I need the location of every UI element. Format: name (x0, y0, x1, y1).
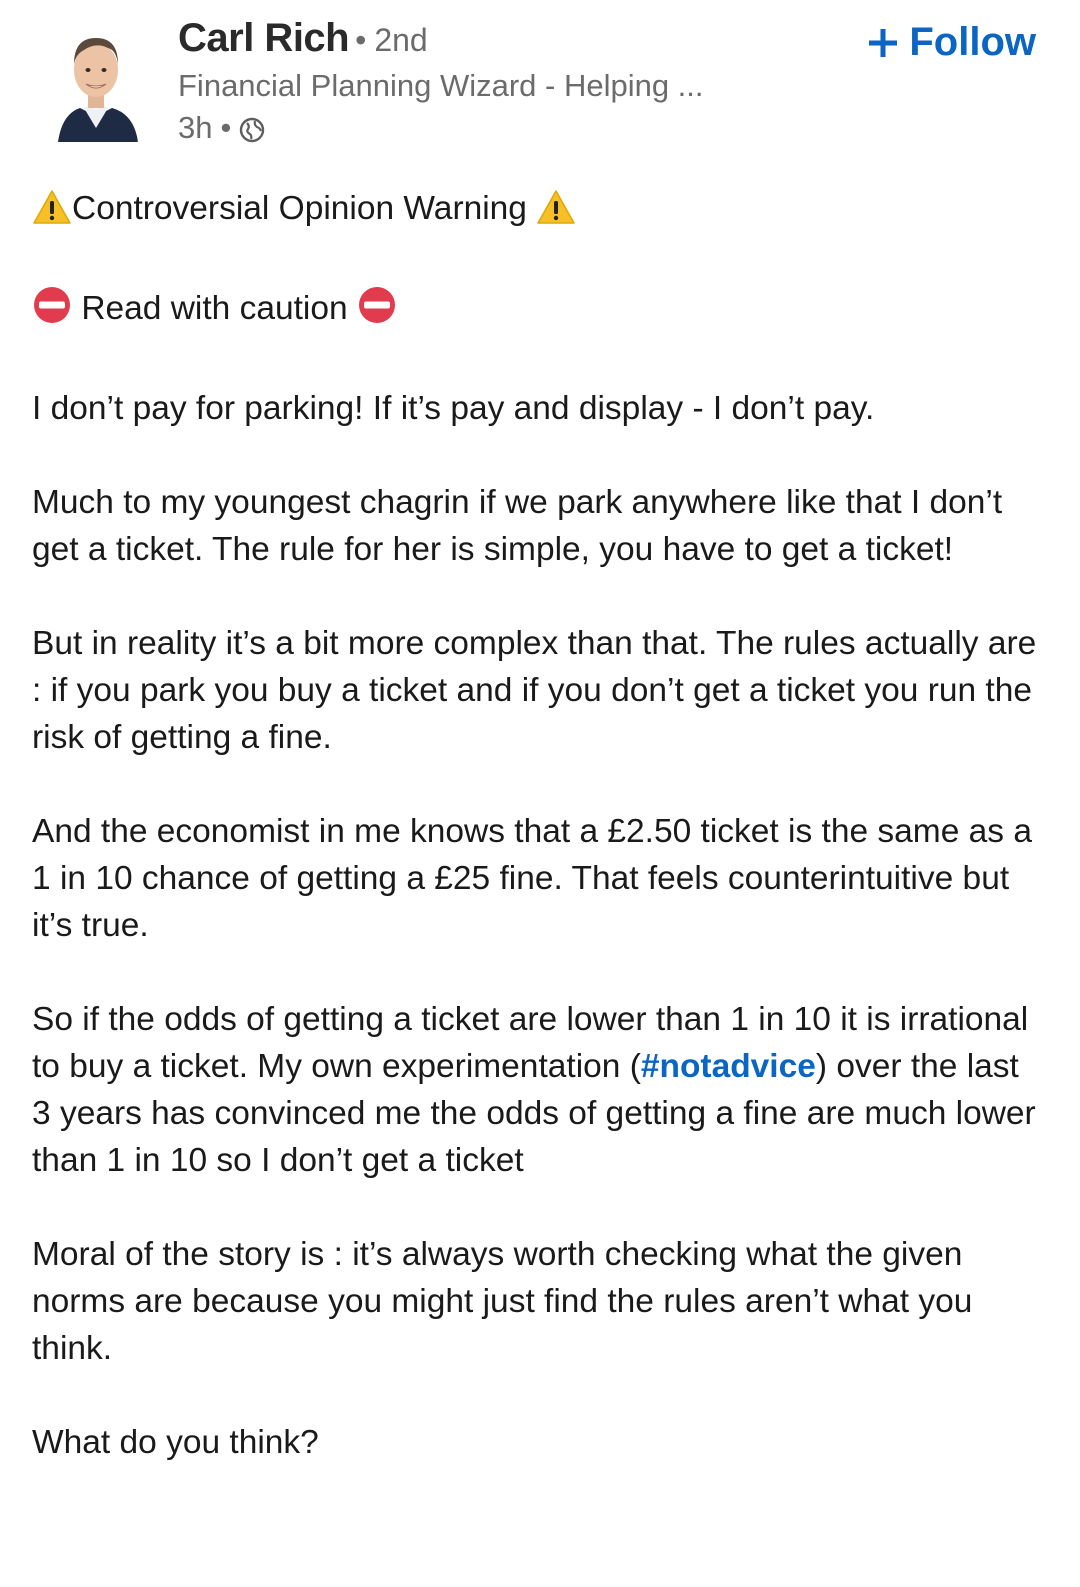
connection-separator: • (355, 22, 367, 58)
follow-label: Follow (909, 20, 1036, 64)
paragraph-7: What do you think? (32, 1424, 319, 1461)
paragraph-4: And the economist in me knows that a £2.… (32, 813, 1032, 944)
post-meta: 3h • (178, 110, 265, 146)
author-avatar-image (58, 38, 138, 142)
paragraph-5: So if the odds of getting a ticket are l… (32, 996, 1042, 1184)
warning-icon (536, 189, 576, 238)
paragraph-3: But in reality it’s a bit more complex t… (32, 625, 1037, 756)
no-entry-icon (357, 285, 397, 338)
author-name-row: Carl Rich • 2nd (178, 16, 428, 61)
post-time: 3h (178, 110, 213, 145)
paragraph-1: I don’t pay for parking! If it’s pay and… (32, 390, 875, 427)
warning-text: Controversial Opinion Warning (72, 190, 527, 227)
author-avatar[interactable] (50, 18, 142, 142)
paragraph-6: Moral of the story is : it’s always wort… (32, 1236, 973, 1367)
connection-degree: 2nd (374, 22, 428, 58)
warning-icon (32, 189, 72, 238)
caution-line: Read with caution (32, 285, 1042, 338)
post-body: Controversial Opinion Warning Read with … (32, 185, 1042, 1466)
paragraph-2: Much to my youngest chagrin if we park a… (32, 484, 1003, 568)
meta-separator: • (220, 110, 232, 145)
warning-line: Controversial Opinion Warning (32, 185, 1042, 238)
author-headline[interactable]: Financial Planning Wizard - Helping ... (178, 68, 704, 104)
no-entry-icon (32, 285, 72, 338)
hashtag-link[interactable]: #notadvice (641, 1048, 816, 1085)
follow-button[interactable]: Follow (867, 20, 1036, 65)
plus-icon (869, 28, 898, 57)
globe-icon (239, 115, 265, 143)
caution-text: Read with caution (81, 290, 348, 327)
post-header: Carl Rich • 2nd Financial Planning Wizar… (0, 0, 1080, 160)
author-name[interactable]: Carl Rich (178, 16, 350, 61)
